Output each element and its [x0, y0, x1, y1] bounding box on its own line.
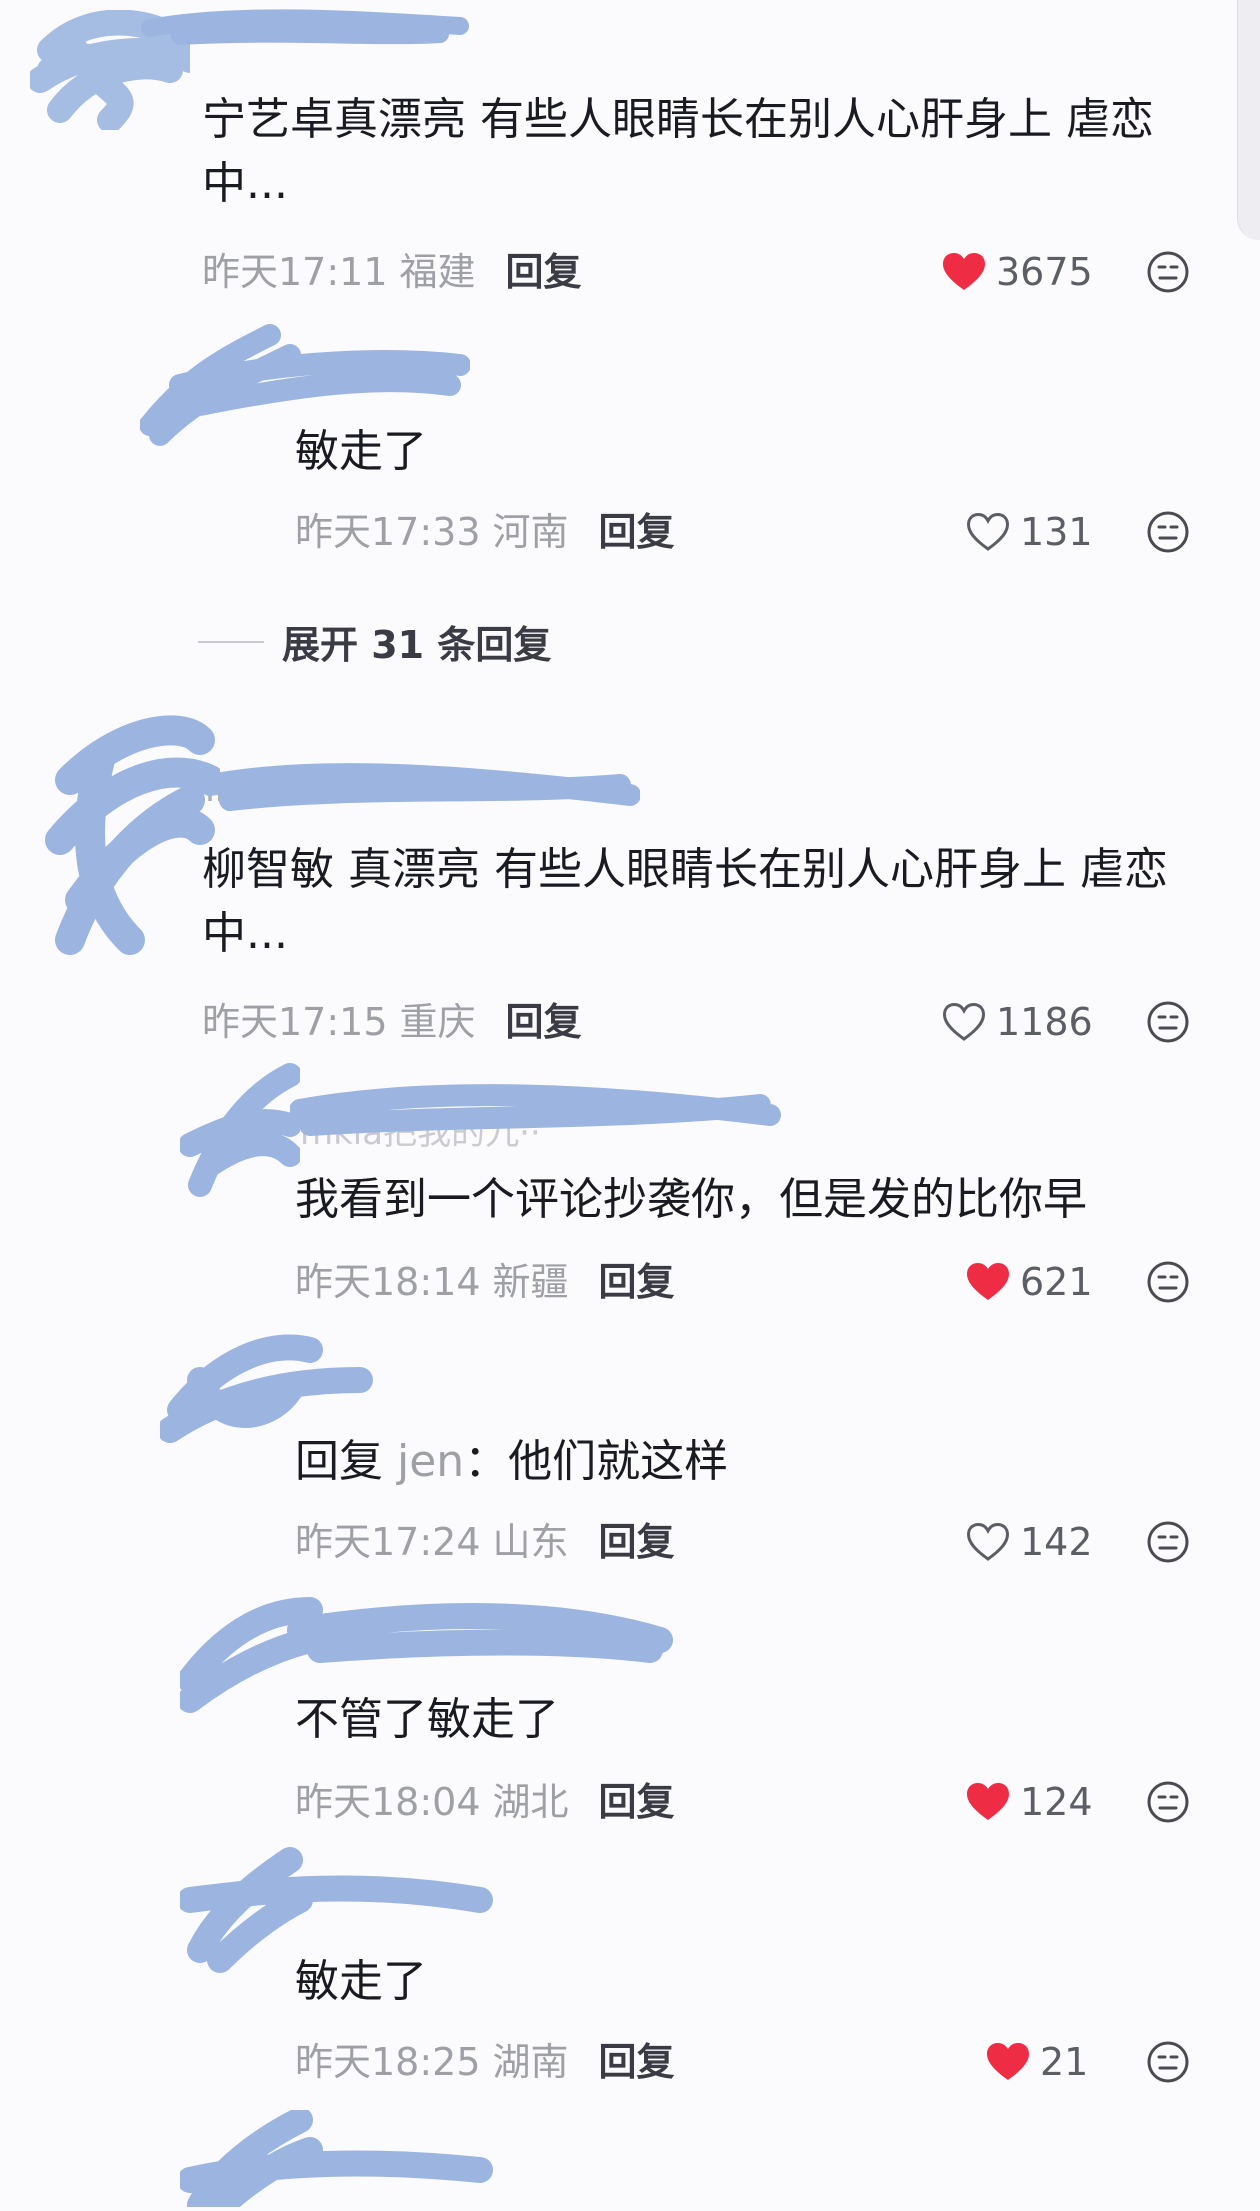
comment-location: 福建: [399, 250, 476, 294]
heart-outline-icon: [966, 512, 1010, 552]
heart-outline-icon: [942, 1002, 986, 1042]
like-count: 124: [1020, 1780, 1093, 1824]
expand-replies-label: 展开 31 条回复: [282, 623, 552, 667]
reply-text: 敏走了: [295, 1956, 427, 2007]
emoji-reaction-icon[interactable]: [1146, 250, 1190, 294]
heart-icon: [986, 2042, 1030, 2082]
like-button[interactable]: 621: [966, 1258, 1093, 1306]
divider-line: [198, 640, 264, 643]
heart-icon: [966, 1782, 1010, 1822]
reply-meta: 昨天18:14 新疆 回复: [295, 1258, 675, 1306]
reply-button[interactable]: 回复: [599, 1518, 675, 1566]
emoji-reaction-icon[interactable]: [1146, 1260, 1190, 1304]
redaction-scribble: [178, 1063, 302, 1197]
username-redaction: [289, 1075, 790, 1149]
heart-icon: [942, 252, 986, 292]
mention-link[interactable]: jen: [397, 1430, 464, 1494]
reply-button[interactable]: 回复: [599, 1258, 675, 1306]
reply-button[interactable]: 回复: [599, 1778, 675, 1826]
scroll-indicator[interactable]: [1237, 0, 1260, 240]
like-count: 21: [1040, 2040, 1089, 2084]
emoji-reaction-icon[interactable]: [1146, 2040, 1190, 2084]
reply-location: 湖南: [492, 2040, 569, 2084]
reply-meta: 昨天18:25 湖南 回复: [295, 2038, 675, 2086]
like-count: 3675: [996, 250, 1093, 294]
reply-meta: 昨天17:33 河南 回复: [295, 508, 675, 556]
like-count: 1186: [996, 1000, 1093, 1044]
emoji-reaction-icon[interactable]: [1146, 510, 1190, 554]
redaction-scribble: [177, 2107, 493, 2211]
redaction-scribble: [289, 1084, 781, 1136]
emoji-reaction-icon[interactable]: [1146, 1520, 1190, 1564]
like-button[interactable]: 3675: [942, 248, 1093, 296]
reply-text: 敏走了: [295, 426, 427, 477]
reply-meta: 昨天17:24 山东 回复: [295, 1518, 675, 1566]
reply-button[interactable]: 回复: [506, 998, 582, 1046]
comment-time: 昨天17:15: [202, 1000, 388, 1044]
emoji-reaction-icon[interactable]: [1146, 1000, 1190, 1044]
username-redaction: [199, 755, 641, 819]
reply-button[interactable]: 回复: [599, 508, 675, 556]
reply-location: 河南: [492, 510, 569, 554]
like-button[interactable]: 124: [966, 1778, 1093, 1826]
reply-meta: 昨天18:04 湖北 回复: [295, 1778, 675, 1826]
comment-avatar[interactable]: [40, 700, 225, 964]
reply-time: 昨天18:14: [295, 1260, 481, 1304]
redaction-scribble: [141, 9, 469, 45]
like-button[interactable]: 142: [966, 1518, 1093, 1566]
reply-text: 回复 jen ：他们就这样: [295, 1430, 728, 1494]
like-count: 131: [1020, 510, 1093, 554]
comments-screen: { "colors": { "liked": "#ee2c44", "unlik…: [0, 0, 1260, 2211]
reply-prefix: 回复: [295, 1436, 383, 1487]
expand-replies-button[interactable]: 展开 31 条回复: [198, 614, 551, 669]
reply-location: 山东: [492, 1520, 569, 1564]
reply-avatar[interactable]: [178, 1055, 302, 1209]
heart-icon: [966, 1262, 1010, 1302]
comment-time: 昨天17:11: [202, 250, 388, 294]
reply-time: 昨天18:04: [295, 1780, 481, 1824]
emoji-reaction-icon[interactable]: [1146, 1780, 1190, 1824]
reply-body: ：他们就这样: [464, 1436, 729, 1487]
heart-outline-icon: [966, 1522, 1010, 1562]
reply-text: 我看到一个评论抄袭你，但是发的比你早: [295, 1174, 1087, 1225]
reply-location: 湖北: [492, 1780, 569, 1824]
like-button[interactable]: 1186: [942, 998, 1093, 1046]
comment-location: 重庆: [399, 1000, 476, 1044]
comment-text: 柳智敏 真漂亮 有些人眼睛长在别人心肝身上 虐恋 中...: [202, 844, 1168, 959]
redaction-scribble: [199, 763, 641, 811]
reply-button[interactable]: 回复: [599, 2038, 675, 2086]
reply-time: 昨天17:33: [295, 510, 481, 554]
comment-username[interactable]: [140, 8, 470, 52]
like-count: 621: [1020, 1260, 1093, 1304]
like-count: 142: [1020, 1520, 1093, 1564]
comment-meta: 昨天17:15 重庆 回复: [202, 998, 582, 1046]
like-button[interactable]: 131: [966, 508, 1093, 556]
comment-text: 宁艺卓真漂亮 有些人眼睛长在别人心肝身上 虐恋 中...: [202, 94, 1154, 209]
reply-text: 不管了敏走了: [295, 1694, 559, 1745]
like-button[interactable]: 21: [986, 2038, 1088, 2086]
reply-button[interactable]: 回复: [506, 248, 582, 296]
reply-avatar[interactable]: [177, 2107, 500, 2211]
comment-meta: 昨天17:11 福建 回复: [202, 248, 582, 296]
redaction-scribble: [45, 715, 225, 955]
reply-time: 昨天17:24: [295, 1520, 481, 1564]
reply-time: 昨天18:25: [295, 2040, 481, 2084]
reply-location: 新疆: [492, 1260, 569, 1304]
